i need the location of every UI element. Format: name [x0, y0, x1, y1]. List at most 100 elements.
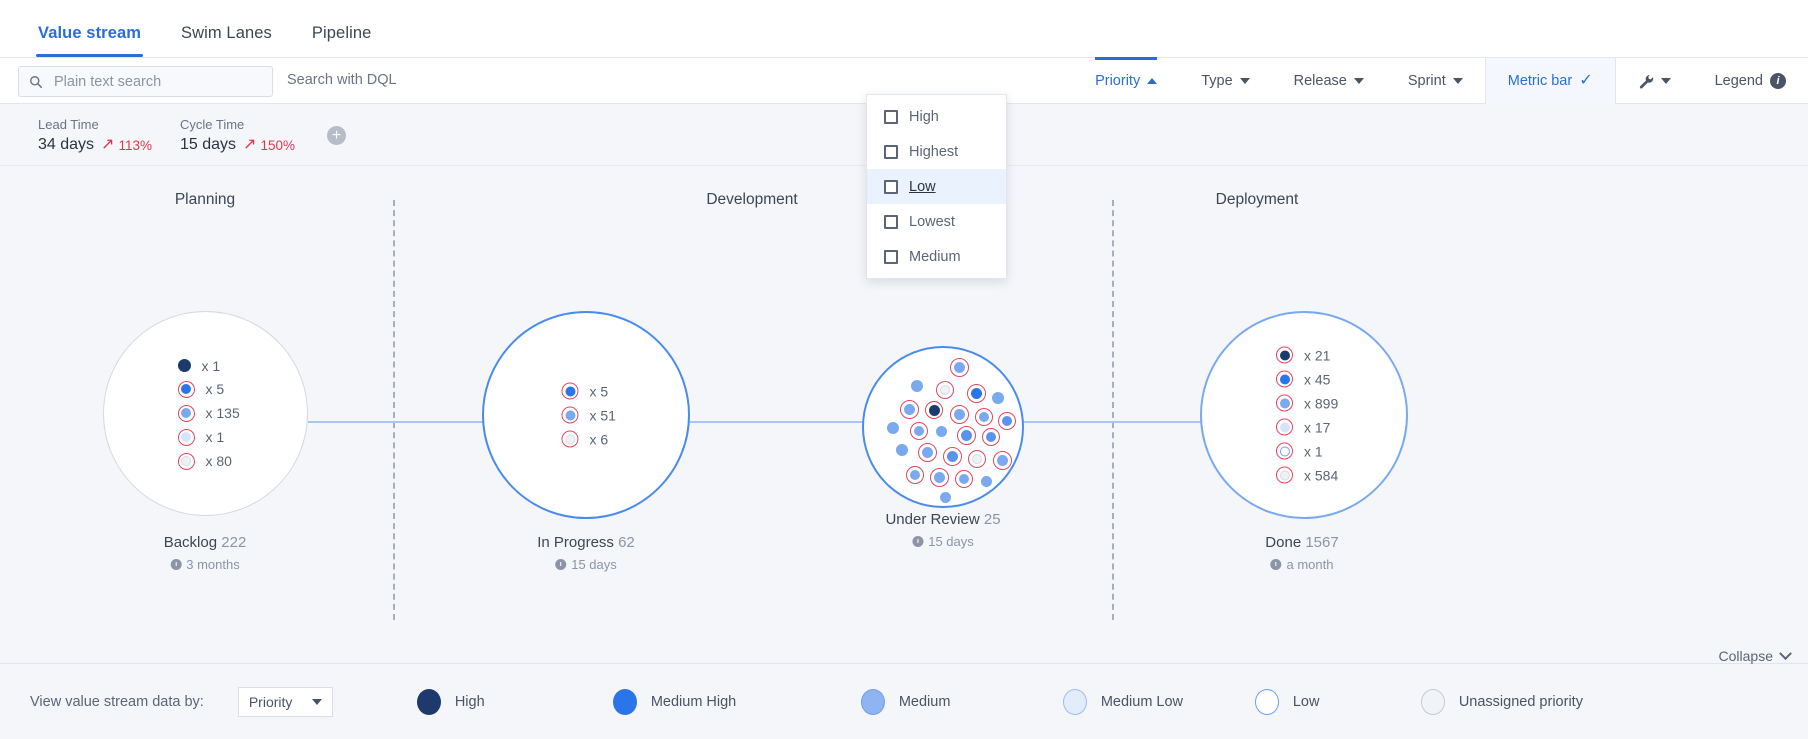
count-row: x 45 — [1275, 370, 1338, 388]
tab-label: Pipeline — [311, 24, 372, 42]
checkbox-icon[interactable] — [884, 214, 898, 229]
search-with-dql-link[interactable]: Search with DQL — [287, 72, 397, 88]
legend-label: High — [454, 693, 485, 710]
view-by-select[interactable]: Priority — [237, 686, 333, 717]
stage-duration-value: a month — [1286, 557, 1334, 572]
stage-bubble-in-progress[interactable]: x 5 x 51 x 6 — [482, 311, 690, 519]
scatter-dot — [936, 426, 947, 437]
stage-duration: 3 months — [164, 557, 247, 572]
search-box[interactable] — [18, 66, 273, 97]
count-value: x 80 — [205, 453, 232, 469]
clock-icon — [1270, 559, 1282, 570]
tab-swim-lanes[interactable]: Swim Lanes — [161, 24, 292, 57]
info-icon[interactable]: i — [1770, 73, 1786, 89]
priority-dot — [561, 382, 579, 400]
tab-value-stream[interactable]: Value stream — [18, 24, 161, 57]
dropdown-option-low[interactable]: Low — [867, 169, 1006, 204]
legend-item-low: Low — [1254, 688, 1421, 715]
chevron-down-icon — [311, 698, 322, 705]
settings-menu[interactable] — [1616, 58, 1693, 104]
filter-label: Release — [1293, 73, 1347, 89]
priority-dot — [177, 359, 191, 372]
phase-label-development: Development — [706, 191, 798, 208]
count-value: x 6 — [589, 431, 609, 447]
search-input[interactable] — [52, 72, 252, 91]
view-by-value: Priority — [248, 693, 293, 710]
priority-dot — [561, 430, 579, 448]
dropdown-option-lowest[interactable]: Lowest — [867, 204, 1006, 239]
stage-count: 222 — [221, 534, 247, 551]
filter-sprint[interactable]: Sprint — [1386, 58, 1485, 104]
metric-label: Lead Time — [38, 117, 99, 132]
scatter-plot — [864, 348, 1022, 506]
add-metric-button[interactable]: + — [327, 126, 346, 145]
stage-duration: 15 days — [885, 534, 1000, 549]
chevron-down-icon — [1779, 646, 1792, 660]
scatter-dot — [967, 384, 986, 403]
legend-label: Legend — [1714, 73, 1763, 89]
scatter-dot — [940, 492, 951, 503]
legend-swatch — [1420, 688, 1445, 715]
stage-connector — [308, 421, 483, 423]
filter-type[interactable]: Type — [1179, 58, 1271, 104]
stage-bubble-done[interactable]: x 21 x 45 x 899 x 17 x 1 x 584 — [1200, 311, 1408, 519]
chevron-down-icon — [1353, 78, 1364, 84]
checkbox-icon[interactable] — [884, 109, 898, 124]
priority-dot — [1275, 466, 1293, 484]
dropdown-option-highest[interactable]: Highest — [867, 134, 1006, 169]
filter-metric-bar[interactable]: Metric bar ✓ — [1484, 58, 1616, 104]
scatter-dot — [943, 447, 962, 466]
filter-release[interactable]: Release — [1272, 58, 1386, 104]
count-value: x 17 — [1303, 419, 1331, 435]
phase-divider — [1112, 200, 1114, 620]
count-row: x 80 — [177, 452, 239, 470]
tab-label: Value stream — [38, 24, 142, 42]
count-value: x 1 — [201, 357, 221, 374]
checkbox-icon[interactable] — [884, 179, 898, 194]
scatter-dot — [887, 422, 899, 434]
dropdown-option-high[interactable]: High — [867, 99, 1006, 134]
scatter-dot — [930, 468, 949, 487]
stage-title: Done 1567 — [1265, 534, 1338, 551]
metric-trend-value: 150% — [260, 137, 295, 153]
stage-name: Done — [1265, 534, 1302, 551]
tab-label: Swim Lanes — [181, 24, 272, 42]
legend-swatch — [416, 688, 441, 715]
priority-dot — [177, 452, 195, 470]
stage-duration-value: 3 months — [186, 557, 240, 572]
filter-priority[interactable]: Priority — [1073, 57, 1179, 104]
metric-cycle-time: Cycle Time 15 days ↗ 150% — [180, 117, 295, 154]
wrench-icon — [1639, 74, 1653, 89]
count-row: x 899 — [1275, 394, 1338, 412]
metric-value: 34 days — [38, 136, 95, 153]
legend-label: Medium Low — [1100, 693, 1184, 710]
tab-pipeline[interactable]: Pipeline — [292, 24, 392, 57]
stage-bubble-backlog[interactable]: x 1 x 5 x 135 x 1 x 80 — [103, 311, 308, 516]
filter-label: Type — [1201, 73, 1233, 89]
scatter-dot — [911, 380, 923, 392]
main-tabs: Value stream Swim Lanes Pipeline — [0, 0, 1808, 58]
checkbox-icon[interactable] — [884, 144, 898, 159]
stage-count-list: x 5 x 51 x 6 — [561, 382, 616, 448]
option-label: Low — [909, 178, 936, 195]
stage-title: Backlog 222 — [164, 534, 247, 551]
clock-icon — [555, 559, 567, 570]
stage-connector — [690, 421, 865, 423]
legend-toggle[interactable]: Legend i — [1693, 58, 1808, 104]
count-row: x 1 — [177, 428, 239, 446]
count-row: x 584 — [1275, 466, 1338, 484]
arrow-up-icon: ↗ — [101, 136, 115, 153]
priority-dot — [1275, 346, 1293, 364]
scatter-dot — [896, 444, 908, 456]
checkbox-icon[interactable] — [884, 249, 898, 264]
priority-dot — [1275, 442, 1293, 460]
search-icon — [30, 75, 43, 88]
collapse-button[interactable]: Collapse — [1719, 646, 1792, 664]
dropdown-option-medium[interactable]: Medium — [867, 239, 1006, 274]
stage-bubble-under-review[interactable] — [862, 346, 1024, 508]
priority-dot — [561, 406, 579, 424]
count-value: x 45 — [1303, 371, 1331, 387]
legend-item-high: High — [416, 688, 613, 715]
priority-dot — [1275, 418, 1293, 436]
stage-title: In Progress 62 — [537, 534, 635, 551]
